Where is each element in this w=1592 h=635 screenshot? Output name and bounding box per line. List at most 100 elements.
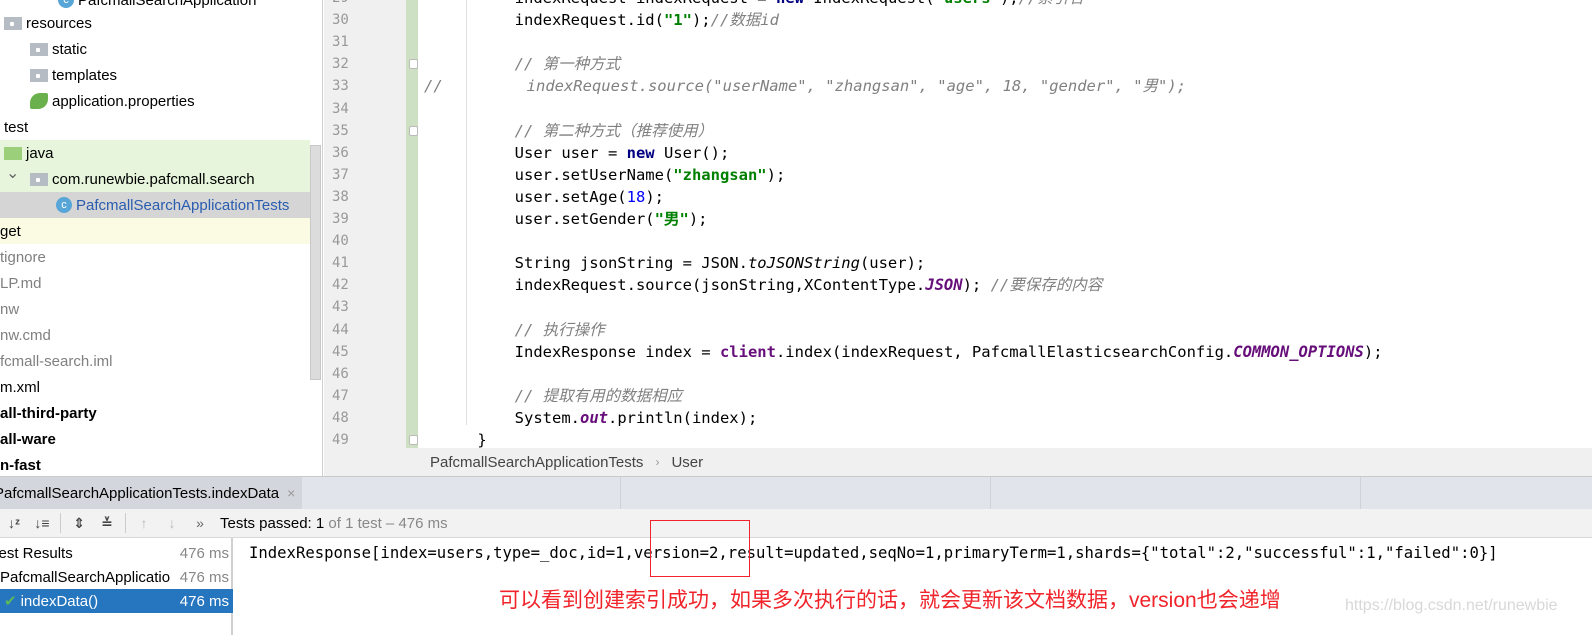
tree-item[interactable]: fcmall-search.iml: [0, 348, 310, 374]
test-method-result[interactable]: ✔ indexData() 476 ms: [0, 589, 233, 613]
annotation-text: 可以看到创建索引成功，如果多次执行的话，就会更新该文档数据，version也会递…: [499, 589, 1281, 612]
scrollbar[interactable]: [310, 145, 321, 380]
tree-item[interactable]: templates: [0, 62, 310, 88]
code-token: "zhangsan": [673, 165, 767, 184]
tree-item-label: PafcmallSearchApplication: [78, 0, 257, 9]
code-token: user.setAge(: [440, 187, 627, 206]
code-line: indexRequest.source(jsonString,XContentT…: [440, 274, 1103, 296]
previous-failed-icon[interactable]: ↑: [130, 515, 158, 531]
code-token: JSON: [925, 276, 963, 295]
breadcrumb-class[interactable]: PafcmallSearchApplicationTests: [430, 454, 643, 471]
test-class-result[interactable]: PafcmallSearchApplicatio 476 ms: [0, 565, 233, 589]
code-line: // 提取有用的数据相应: [440, 385, 683, 407]
run-tab-bar: PafcmallSearchApplicationTests.indexData…: [0, 476, 1592, 509]
tests-summary: of 1 test – 476 ms: [324, 514, 448, 532]
tree-item[interactable]: java: [0, 140, 310, 166]
tree-item[interactable]: get: [0, 218, 310, 244]
tree-item[interactable]: test: [0, 114, 310, 140]
tree-item-label: test: [4, 118, 29, 136]
tree-item-label: application.properties: [52, 92, 195, 110]
tree-item-label: all-third-party: [0, 404, 97, 422]
tree-item[interactable]: LP.md: [0, 270, 310, 296]
console-output[interactable]: IndexResponse[index=users,type=_doc,id=1…: [236, 520, 1592, 635]
code-token: // 提取有用的数据相应: [514, 386, 683, 405]
line-number: 47: [332, 387, 349, 404]
collapse-all-icon[interactable]: ≚: [93, 515, 121, 532]
tree-item-label: nw.cmd: [0, 326, 51, 344]
code-token: User user =: [440, 143, 627, 162]
code-line: }: [440, 429, 486, 448]
spring-leaf-icon: [30, 93, 48, 109]
code-line: user.setUserName("zhangsan");: [440, 164, 786, 186]
tab-divider: [1360, 477, 1361, 509]
line-number: 39: [332, 211, 349, 227]
tree-item-label: m.xml: [0, 378, 40, 396]
tree-item[interactable]: tignore: [0, 244, 310, 270]
tree-item[interactable]: c PafcmallSearchApplicationTests: [0, 192, 310, 218]
tree-item[interactable]: all-third-party: [0, 400, 310, 426]
code-token: // indexRequest.source("userName", "zhan…: [424, 77, 1187, 96]
tree-item[interactable]: nw: [0, 296, 310, 322]
tree-item[interactable]: all-ware: [0, 426, 310, 452]
test-results-root[interactable]: Test Results 476 ms: [0, 541, 233, 565]
expand-all-icon[interactable]: ⇕: [65, 515, 93, 532]
code-line: String jsonString = JSON.toJSONString(us…: [440, 252, 926, 274]
tab-divider: [620, 477, 621, 509]
tree-item[interactable]: ⌄ com.runewbie.pafcmall.search: [0, 163, 310, 192]
code-token: );: [1000, 0, 1019, 7]
code-token: 18: [626, 187, 646, 206]
line-number: 42: [332, 277, 349, 294]
line-number: 38: [332, 188, 349, 205]
class-icon: c: [56, 197, 72, 213]
code-line: IndexResponse index = client.index(index…: [440, 341, 1383, 363]
line-number: 33: [332, 78, 349, 95]
run-tab[interactable]: PafcmallSearchApplicationTests.indexData…: [0, 477, 302, 509]
code-line: System.out.println(index);: [440, 407, 758, 429]
tree-item[interactable]: resources: [0, 10, 310, 36]
line-number: 32: [332, 56, 349, 73]
next-failed-icon[interactable]: ↓: [158, 515, 186, 531]
tree-item[interactable]: application.properties: [0, 88, 310, 114]
code-token: //数据id: [710, 11, 779, 30]
line-number: 44: [332, 321, 349, 338]
tree-item[interactable]: nw.cmd: [0, 322, 310, 348]
tree-item-label: PafcmallSearchApplicationTests: [76, 196, 290, 214]
sort-alphabetically-icon[interactable]: ↓ᶻ: [0, 515, 28, 531]
sort-by-duration-icon[interactable]: ↓≡: [28, 515, 56, 531]
line-number: 40: [332, 233, 349, 250]
line-number: 49: [332, 432, 349, 448]
line-number: 30: [332, 12, 349, 29]
code-token: COMMON_OPTIONS: [1233, 342, 1364, 361]
code-token: (user);: [859, 254, 926, 273]
code-line: // indexRequest.source("userName", "zhan…: [424, 75, 1186, 97]
more-icon[interactable]: »: [186, 515, 214, 531]
tab-divider: [990, 477, 991, 509]
watermark: https://blog.csdn.net/runewbie: [1345, 597, 1558, 614]
code-token: client: [719, 342, 776, 361]
test-results-tree: Test Results 476 ms PafcmallSearchApplic…: [0, 538, 233, 635]
breadcrumb-separator: ›: [655, 455, 660, 469]
fold-marker-icon[interactable]: [409, 125, 418, 136]
code-editor[interactable]: 29 indexRequest indexRequest = new Index…: [324, 0, 1592, 448]
breadcrumb-inner-class[interactable]: User: [671, 454, 703, 471]
tree-item-label: LP.md: [0, 274, 42, 292]
run-tab-label: PafcmallSearchApplicationTests.indexData: [0, 484, 280, 502]
code-token: new: [626, 143, 655, 162]
breadcrumb: PafcmallSearchApplicationTests › User: [324, 448, 1592, 476]
tree-item[interactable]: static: [0, 36, 310, 62]
tree-item[interactable]: n-fast: [0, 452, 310, 476]
fold-marker-icon[interactable]: [409, 59, 418, 70]
tree-item[interactable]: m.xml: [0, 374, 310, 400]
code-line: indexRequest.id("1");//数据id: [440, 9, 779, 31]
folder-icon: [30, 68, 48, 82]
fold-marker-icon[interactable]: [409, 435, 418, 445]
code-token: new: [776, 0, 804, 7]
chevron-down-icon[interactable]: ⌄: [6, 163, 19, 183]
close-icon[interactable]: ×: [287, 485, 295, 501]
line-number: 31: [332, 34, 349, 51]
code-token: );: [688, 210, 708, 228]
code-token: IndexResponse index =: [440, 342, 720, 361]
line-number: 36: [332, 144, 349, 161]
